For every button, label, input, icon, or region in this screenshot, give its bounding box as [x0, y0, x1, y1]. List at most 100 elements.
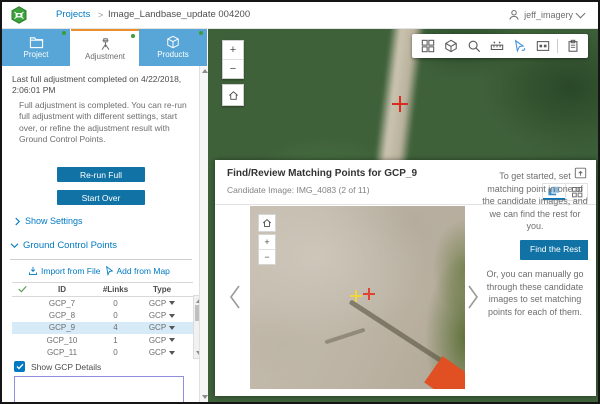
gcp-type-value: GCP: [149, 311, 166, 320]
intro-text: To get started, set matching point in on…: [482, 170, 588, 233]
import-from-file-link[interactable]: Import from File: [28, 266, 101, 276]
gcp-actions: Import from File Add from Map: [28, 266, 170, 276]
map-toolbar: [412, 34, 588, 58]
gcp-type-dropdown[interactable]: GCP: [139, 311, 185, 320]
top-bar: Projects > Image_Landbase_update 004200 …: [2, 2, 598, 29]
panel-tabs: Project Adjustment Products: [2, 28, 208, 66]
user-icon: [508, 9, 520, 21]
start-over-button[interactable]: Start Over: [57, 190, 145, 205]
gcp-type-value: GCP: [149, 336, 166, 345]
next-candidate-button[interactable]: [466, 284, 480, 310]
map-view[interactable]: + −: [208, 28, 598, 402]
gcp-marker-red-cross[interactable]: [392, 96, 408, 112]
table-row-gcp9-selected[interactable]: GCP_9 4 GCP: [12, 322, 193, 334]
gcp-section-label: Ground Control Points: [23, 240, 117, 251]
viewer-zoom-in-button[interactable]: +: [259, 235, 275, 249]
panel-scroll-down[interactable]: [200, 392, 209, 402]
dropdown-caret-icon: [169, 351, 175, 355]
folder-icon: [29, 36, 44, 49]
matching-points-panel: Find/Review Matching Points for GCP_9 Ca…: [215, 160, 596, 396]
breadcrumb-projects-link[interactable]: Projects: [56, 2, 90, 28]
zoom-in-button[interactable]: +: [223, 41, 243, 59]
gcp-links: 0: [92, 348, 139, 357]
table-row-gcp7[interactable]: GCP_7 0 GCP: [12, 297, 193, 309]
branch-shadow: [324, 328, 365, 345]
viewer-zoom-control: + −: [258, 234, 276, 265]
find-the-rest-button[interactable]: Find the Rest: [520, 240, 588, 260]
dropdown-caret-icon: [169, 338, 175, 342]
candidate-image-label: Candidate Image: IMG_4083 (2 of 11): [227, 185, 370, 195]
gcp-type-dropdown[interactable]: GCP: [139, 348, 185, 357]
cube-icon: [166, 35, 180, 49]
tab-label: Project: [24, 50, 49, 59]
gcp-id: GCP_9: [32, 323, 92, 332]
gcp-type-dropdown[interactable]: GCP: [139, 323, 185, 332]
tab-adjustment[interactable]: Adjustment: [71, 28, 139, 66]
home-extent-button[interactable]: [222, 84, 244, 106]
check-icon: [12, 285, 32, 295]
tab-label: Products: [157, 50, 189, 59]
gcp-section-toggle[interactable]: Ground Control Points: [10, 240, 117, 251]
viewer-home-button[interactable]: [258, 214, 276, 232]
rerun-full-button[interactable]: Re-run Full: [57, 167, 145, 182]
import-from-file-label: Import from File: [41, 266, 101, 276]
previous-candidate-button[interactable]: [228, 284, 242, 310]
gcp-table: ID #Links Type GCP_7 0 GCP GCP_8 0 GCP G…: [12, 282, 193, 359]
gcp-type-value: GCP: [149, 299, 166, 308]
gcp-links: 0: [92, 311, 139, 320]
show-gcp-details-checkbox[interactable]: [14, 361, 25, 372]
adjustment-description: Full adjustment is completed. You can re…: [19, 100, 191, 146]
add-from-map-link[interactable]: Add from Map: [105, 266, 170, 276]
user-menu[interactable]: jeff_imagery: [508, 2, 584, 28]
gcp-photo-panel: Photo not available: [14, 376, 184, 404]
gcp-type-value: GCP: [149, 323, 166, 332]
collection-icon[interactable]: [416, 36, 439, 56]
gcp-id: GCP_7: [32, 299, 92, 308]
clipboard-icon[interactable]: [561, 36, 584, 56]
col-links: #Links: [92, 285, 139, 294]
search-icon[interactable]: [462, 36, 485, 56]
show-gcp-details-label: Show GCP Details: [31, 362, 101, 372]
last-adjustment-status: Last full adjustment completed on 4/22/2…: [12, 74, 192, 97]
gcp-id: GCP_8: [32, 311, 92, 320]
status-dot: [62, 31, 66, 35]
table-row-gcp10[interactable]: GCP_10 1 GCP: [12, 334, 193, 346]
map-zoom-control: + −: [222, 40, 244, 79]
candidate-image-viewer[interactable]: + −: [250, 206, 465, 389]
home-icon: [262, 218, 272, 228]
col-type: Type: [139, 285, 185, 294]
gcp-id: GCP_10: [32, 336, 92, 345]
left-panel-scrollbar[interactable]: [199, 66, 208, 402]
instructions-column: To get started, set matching point in on…: [482, 170, 588, 318]
gcp-type-dropdown[interactable]: GCP: [139, 336, 185, 345]
table-row-gcp11[interactable]: GCP_11 0 GCP: [12, 347, 193, 359]
show-settings-label: Show Settings: [25, 216, 83, 226]
status-dot: [131, 34, 135, 38]
chevron-down-icon: [576, 9, 586, 19]
panel-scroll-up[interactable]: [200, 66, 209, 76]
dropdown-caret-icon: [169, 326, 175, 330]
image-extent-icon[interactable]: [531, 36, 554, 56]
table-row-gcp8[interactable]: GCP_8 0 GCP: [12, 309, 193, 321]
home-icon: [228, 90, 239, 101]
gcp-links: 0: [92, 299, 139, 308]
matching-point-yellow-cross: [350, 290, 362, 302]
left-panel: Project Adjustment Products Last full ad…: [2, 28, 208, 402]
show-settings-toggle[interactable]: Show Settings: [14, 216, 83, 226]
measure-icon[interactable]: [485, 36, 508, 56]
zoom-out-button[interactable]: −: [223, 59, 243, 78]
toolbar-separator: [557, 39, 558, 53]
dropdown-caret-icon: [169, 314, 175, 318]
select-tool-icon[interactable]: [508, 36, 531, 56]
tab-project[interactable]: Project: [2, 28, 71, 66]
section-divider: [10, 259, 192, 260]
basemap-icon[interactable]: [439, 36, 462, 56]
gcp-type-dropdown[interactable]: GCP: [139, 299, 185, 308]
tab-products[interactable]: Products: [139, 28, 208, 66]
manual-text: Or, you can manually go through these ca…: [482, 268, 588, 318]
gcp-links: 4: [92, 323, 139, 332]
dropdown-caret-icon: [169, 301, 175, 305]
viewer-zoom-out-button[interactable]: −: [259, 249, 275, 264]
import-file-icon: [28, 266, 38, 276]
find-button-clip: Find the Rest: [482, 240, 588, 260]
